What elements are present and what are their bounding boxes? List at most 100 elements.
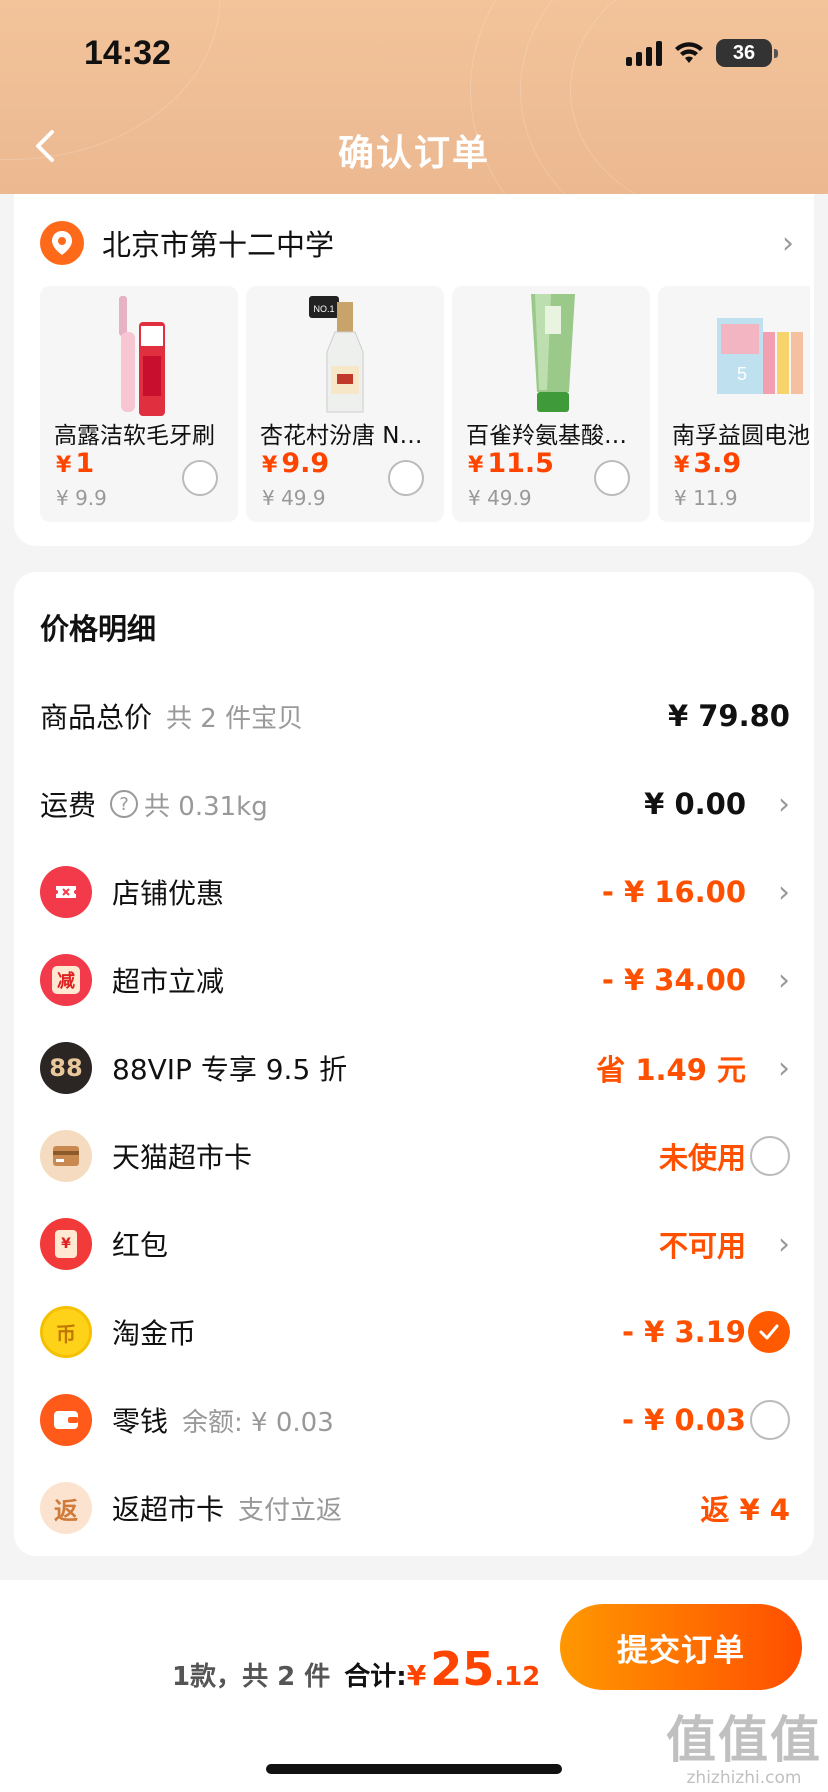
chevron-right-icon: › <box>778 962 790 998</box>
watermark-url: zhizhizhi.com <box>686 1768 802 1788</box>
status-icons: 36 <box>626 36 778 70</box>
market-card-label: 天猫超市卡 <box>112 1141 253 1174</box>
bestseller-badge: NO.1 <box>313 304 334 314</box>
product-card[interactable]: 百雀羚氨基酸洁面 ¥11.5 ¥ 49.9 <box>452 286 650 522</box>
market-card-row[interactable]: 天猫超市卡 未使用 <box>40 1126 790 1186</box>
product-list: 高露洁软毛牙刷 ¥1 ¥ 9.9 NO.1 杏花村汾唐 N… ¥9.9 ¥ 49… <box>40 286 810 522</box>
coins-label: 淘金币 <box>112 1317 197 1350</box>
red-packet-icon-text: ¥ <box>55 1230 77 1258</box>
order-summary: 1款，共 2 件 合计: ¥25.12 <box>172 1642 540 1696</box>
coins-value: - ¥ 3.19 <box>622 1315 746 1349</box>
address-text: 北京市第十二中学 <box>102 228 335 262</box>
product-original-price: ¥ 49.9 <box>468 486 532 510</box>
address-row[interactable]: 北京市第十二中学 › <box>40 218 794 268</box>
change-balance: 余额: ¥ 0.03 <box>182 1407 334 1438</box>
red-packet-row[interactable]: ¥ 红包 不可用 › <box>40 1214 790 1274</box>
wifi-icon <box>675 42 703 63</box>
vip-discount-row[interactable]: 88 88VIP 专享 9.5 折 省 1.49 元 › <box>40 1038 790 1098</box>
chevron-right-icon: › <box>778 1050 790 1086</box>
product-price-value: 3.9 <box>693 448 742 479</box>
product-price-value: 9.9 <box>281 448 330 479</box>
market-card-radio[interactable] <box>750 1136 790 1176</box>
product-select-radio[interactable] <box>594 460 630 496</box>
product-name: 杏花村汾唐 N… <box>260 423 423 449</box>
price-detail-card: 价格明细 商品总价 共 2 件宝贝 ¥ 79.80 运费 ? 共 0.31kg … <box>14 572 814 1556</box>
product-price-value: 1 <box>75 448 95 479</box>
rebate-sub: 支付立返 <box>238 1495 343 1526</box>
market-discount-label: 超市立减 <box>112 965 225 998</box>
product-original-price: ¥ 11.9 <box>674 486 738 510</box>
product-price: ¥9.9 <box>262 448 330 479</box>
goods-total-label: 商品总价 <box>40 701 153 734</box>
chevron-right-icon: › <box>782 225 794 261</box>
vip-value: 省 1.49 元 <box>596 1053 746 1087</box>
chevron-right-icon: › <box>778 874 790 910</box>
liquor-bottle-image: NO.1 <box>274 292 416 416</box>
change-row[interactable]: 零钱 余额: ¥ 0.03 - ¥ 0.03 <box>40 1390 790 1450</box>
product-original-price: ¥ 49.9 <box>262 486 326 510</box>
product-card[interactable]: 高露洁软毛牙刷 ¥1 ¥ 9.9 <box>40 286 238 522</box>
battery-icon: 36 <box>716 39 778 67</box>
market-discount-row[interactable]: 减 超市立减 - ¥ 34.00 › <box>40 950 790 1010</box>
store-discount-row[interactable]: 店铺优惠 - ¥ 16.00 › <box>40 862 790 922</box>
change-value: - ¥ 0.03 <box>622 1403 746 1437</box>
product-card[interactable]: NO.1 杏花村汾唐 N… ¥9.9 ¥ 49.9 <box>246 286 444 522</box>
watermark-logo: 值值值 <box>666 1710 822 1769</box>
total-decimal: .12 <box>494 1662 541 1692</box>
market-card-value: 未使用 <box>658 1141 746 1175</box>
submit-order-button[interactable]: 提交订单 <box>560 1604 802 1690</box>
total-integer: 25 <box>430 1642 495 1696</box>
battery-pack-image: 5 <box>686 292 810 416</box>
item-count: 1款，共 2 件 <box>172 1662 331 1692</box>
rebate-value: 返 ¥ 4 <box>700 1493 790 1527</box>
product-price-value: 11.5 <box>487 448 554 479</box>
chevron-right-icon: › <box>778 1226 790 1262</box>
page-title: 确认订单 <box>337 133 490 174</box>
chevron-right-icon: › <box>778 786 790 822</box>
card-icon <box>40 1130 92 1182</box>
goods-total-value: ¥ 79.80 <box>667 699 790 733</box>
home-indicator <box>266 1764 562 1774</box>
market-discount-value: - ¥ 34.00 <box>601 963 746 997</box>
product-name: 南孚益圆电池 <box>672 423 810 449</box>
cleanser-tube-image <box>480 292 622 416</box>
discount-icon: 减 <box>40 954 92 1006</box>
product-name: 百雀羚氨基酸洁面 <box>466 423 644 449</box>
red-packet-icon: ¥ <box>40 1218 92 1270</box>
product-price: ¥3.9 <box>674 448 742 479</box>
product-price: ¥1 <box>56 448 95 479</box>
svg-text:5: 5 <box>737 364 747 384</box>
product-select-radio[interactable] <box>182 460 218 496</box>
red-packet-label: 红包 <box>112 1229 169 1262</box>
coins-row[interactable]: 币 淘金币 - ¥ 3.19 <box>40 1302 790 1362</box>
change-radio[interactable] <box>750 1400 790 1440</box>
total-currency: ¥ <box>406 1659 427 1692</box>
total-label: 合计: <box>344 1662 407 1692</box>
shipping-label: 运费 <box>40 789 97 822</box>
discount-icon-text: 减 <box>52 966 80 994</box>
status-time: 14:32 <box>84 34 171 72</box>
coins-checkbox-checked[interactable] <box>748 1311 790 1353</box>
shipping-value: ¥ 0.00 <box>644 787 746 821</box>
goods-total-count: 共 2 件宝贝 <box>166 703 304 734</box>
vip-label: 88VIP 专享 9.5 折 <box>112 1053 348 1086</box>
product-select-radio[interactable] <box>388 460 424 496</box>
shipping-row[interactable]: 运费 ? 共 0.31kg ¥ 0.00 › <box>40 774 790 834</box>
total-amount: ¥25.12 <box>407 1642 541 1696</box>
ticket-icon <box>40 866 92 918</box>
help-icon[interactable]: ? <box>110 790 139 818</box>
product-price: ¥11.5 <box>468 448 554 479</box>
location-pin-icon <box>40 221 84 265</box>
red-packet-value: 不可用 <box>658 1229 746 1263</box>
rebate-row: 返 返超市卡 支付立返 返 ¥ 4 <box>40 1478 790 1538</box>
product-card[interactable]: 5 南孚益圆电池 ¥3.9 ¥ 11.9 <box>658 286 810 522</box>
change-label: 零钱 <box>112 1405 169 1438</box>
signal-icon <box>626 40 662 66</box>
header: 14:32 36 确认订单 <box>0 0 828 194</box>
bottom-bar: 1款，共 2 件 合计: ¥25.12 提交订单 值值值 zhizhizhi.c… <box>0 1580 828 1792</box>
coin-icon: 币 <box>40 1306 92 1358</box>
watermark: 值值值 zhizhizhi.com <box>666 1700 822 1788</box>
rebate-icon: 返 <box>40 1482 92 1534</box>
shipping-weight: 共 0.31kg <box>144 791 268 822</box>
product-name: 高露洁软毛牙刷 <box>54 423 215 449</box>
